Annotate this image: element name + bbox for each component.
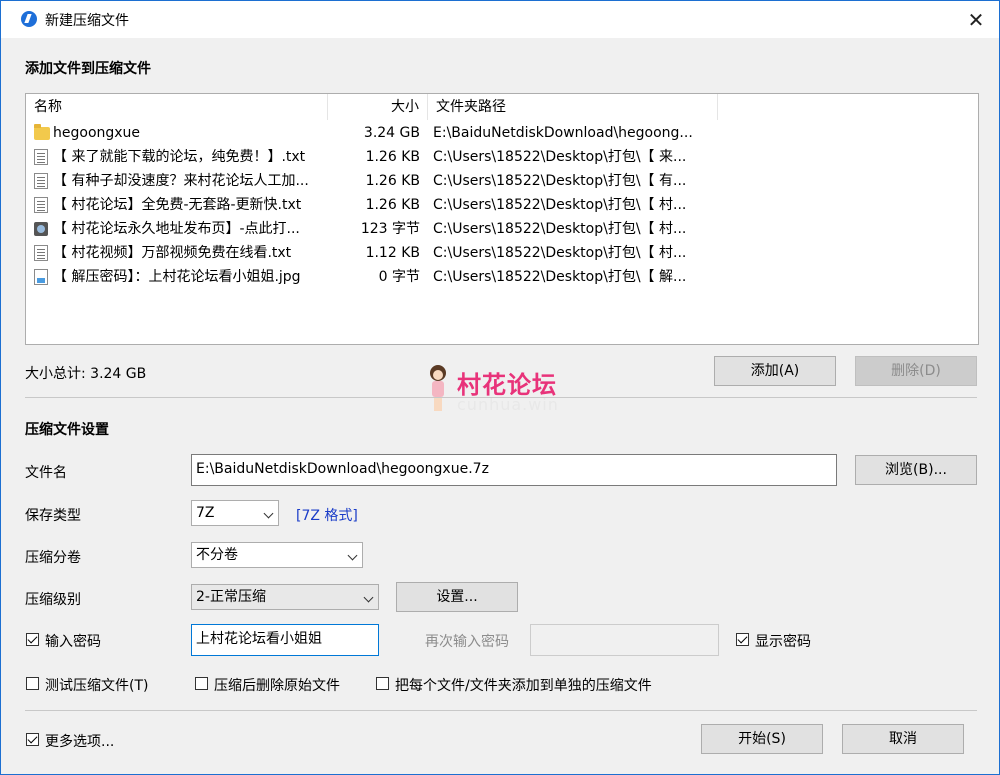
- file-name: 【 有种子却没速度？来村花论坛人工加...: [53, 173, 309, 189]
- column-header-size[interactable]: 大小: [328, 94, 428, 120]
- compression-level-value: 2-正常压缩: [196, 589, 266, 605]
- start-button[interactable]: 开始(S): [701, 724, 823, 754]
- file-name: 【 来了就能下载的论坛，纯免费！】.txt: [53, 149, 306, 165]
- password-input[interactable]: 上村花论坛看小姐姐: [191, 624, 379, 656]
- format-link[interactable]: [7Z 格式]: [296, 505, 358, 525]
- text-file-icon: [34, 197, 48, 213]
- file-name: 【 村花视频】万部视频免费在线看.txt: [53, 245, 292, 261]
- divider: [25, 710, 977, 711]
- file-name: 【 村花论坛永久地址发布页】-点此打...: [53, 221, 300, 237]
- text-file-icon: [34, 173, 48, 189]
- chevron-down-icon: [363, 592, 374, 603]
- file-name: 【 村花论坛】全免费-无套路-更新快.txt: [53, 197, 302, 213]
- file-size: 1.12 KB: [365, 245, 420, 261]
- file-size: 123 字节: [360, 221, 420, 237]
- close-button[interactable]: ✕: [953, 1, 999, 38]
- repeat-password-label: 再次输入密码: [425, 634, 509, 650]
- app-logo-icon: [21, 11, 37, 27]
- divider: [25, 397, 977, 398]
- repeat-password-input[interactable]: [530, 624, 719, 656]
- window-title: 新建压缩文件: [45, 13, 129, 29]
- list-item[interactable]: 【 村花论坛】全免费-无套路-更新快.txt 1.26 KB C:\Users\…: [26, 193, 978, 217]
- delete-after-label: 压缩后删除原始文件: [214, 678, 340, 694]
- chevron-down-icon: [347, 550, 358, 561]
- list-item[interactable]: 【 来了就能下载的论坛，纯免费！】.txt 1.26 KB C:\Users\1…: [26, 145, 978, 169]
- file-size: 1.26 KB: [365, 173, 420, 189]
- title-bar: 新建压缩文件 ✕: [1, 1, 999, 38]
- test-archive-checkbox[interactable]: [26, 677, 39, 690]
- chevron-down-icon: [263, 508, 274, 519]
- column-header-path[interactable]: 文件夹路径: [428, 94, 718, 120]
- file-name: hegoongxue: [53, 125, 141, 141]
- file-list-header: 名称 大小 文件夹路径: [26, 94, 978, 120]
- file-path: E:\BaiduNetdiskDownload\hegoong...: [433, 125, 693, 141]
- watermark-logo: 村花论坛 cunhua.win: [427, 363, 587, 415]
- file-list[interactable]: 名称 大小 文件夹路径 hegoongxue 3.24 GB E:\BaiduN…: [25, 93, 979, 345]
- file-size: 1.26 KB: [365, 197, 420, 213]
- file-path: C:\Users\18522\Desktop\打包\【 村...: [433, 245, 687, 261]
- more-options-label: 更多选项...: [45, 734, 115, 750]
- file-path: C:\Users\18522\Desktop\打包\【 有...: [433, 173, 687, 189]
- each-separate-label: 把每个文件/文件夹添加到单独的压缩文件: [395, 678, 652, 694]
- image-file-icon: [34, 269, 48, 285]
- file-path: C:\Users\18522\Desktop\打包\【 来...: [433, 149, 687, 165]
- text-file-icon: [34, 245, 48, 261]
- more-options-checkbox[interactable]: [26, 733, 39, 746]
- cancel-button[interactable]: 取消: [842, 724, 964, 754]
- list-item[interactable]: 【 解压密码】：上村花论坛看小姐姐.jpg 0 字节 C:\Users\1852…: [26, 265, 978, 289]
- file-path: C:\Users\18522\Desktop\打包\【 解...: [433, 269, 687, 285]
- show-password-label: 显示密码: [755, 634, 811, 650]
- save-type-select[interactable]: 7Z: [191, 500, 279, 526]
- new-archive-dialog: 新建压缩文件 ✕ 添加文件到压缩文件 名称 大小 文件夹路径 hegoongxu…: [0, 0, 1000, 775]
- settings-button[interactable]: 设置...: [396, 582, 518, 612]
- filename-input[interactable]: E:\BaiduNetdiskDownload\hegoongxue.7z: [191, 454, 837, 486]
- filename-label: 文件名: [25, 465, 67, 481]
- split-volume-label: 压缩分卷: [25, 550, 81, 566]
- folder-icon: [34, 124, 50, 140]
- list-item[interactable]: 【 有种子却没速度？来村花论坛人工加... 1.26 KB C:\Users\1…: [26, 169, 978, 193]
- save-type-label: 保存类型: [25, 508, 81, 524]
- url-file-icon: [34, 222, 48, 236]
- add-files-section-title: 添加文件到压缩文件: [25, 61, 151, 77]
- show-password-checkbox[interactable]: [736, 633, 749, 646]
- total-size-text: 大小总计: 3.24 GB: [25, 366, 147, 382]
- split-volume-select[interactable]: 不分卷: [191, 542, 363, 568]
- browse-button[interactable]: 浏览(B)...: [855, 455, 977, 485]
- file-name: 【 解压密码】：上村花论坛看小姐姐.jpg: [53, 269, 301, 285]
- compression-level-select[interactable]: 2-正常压缩: [191, 584, 379, 610]
- mascot-icon: [427, 363, 449, 413]
- archive-settings-section-title: 压缩文件设置: [25, 422, 109, 438]
- list-item[interactable]: 【 村花论坛永久地址发布页】-点此打... 123 字节 C:\Users\18…: [26, 217, 978, 241]
- list-item[interactable]: hegoongxue 3.24 GB E:\BaiduNetdiskDownlo…: [26, 121, 978, 145]
- file-path: C:\Users\18522\Desktop\打包\【 村...: [433, 197, 687, 213]
- add-button[interactable]: 添加(A): [714, 356, 836, 386]
- file-size: 0 字节: [378, 269, 420, 285]
- text-file-icon: [34, 149, 48, 165]
- list-item[interactable]: 【 村花视频】万部视频免费在线看.txt 1.12 KB C:\Users\18…: [26, 241, 978, 265]
- test-archive-label: 测试压缩文件(T): [45, 678, 149, 694]
- enter-password-checkbox[interactable]: [26, 633, 39, 646]
- each-separate-checkbox[interactable]: [376, 677, 389, 690]
- compression-level-label: 压缩级别: [25, 592, 81, 608]
- file-size: 3.24 GB: [363, 125, 420, 141]
- file-size: 1.26 KB: [365, 149, 420, 165]
- save-type-value: 7Z: [196, 505, 215, 521]
- column-header-name[interactable]: 名称: [26, 94, 328, 120]
- delete-button[interactable]: 删除(D): [855, 356, 977, 386]
- enter-password-label: 输入密码: [45, 634, 101, 650]
- close-icon: ✕: [967, 7, 985, 32]
- delete-after-checkbox[interactable]: [195, 677, 208, 690]
- file-path: C:\Users\18522\Desktop\打包\【 村...: [433, 221, 687, 237]
- split-volume-value: 不分卷: [196, 547, 238, 563]
